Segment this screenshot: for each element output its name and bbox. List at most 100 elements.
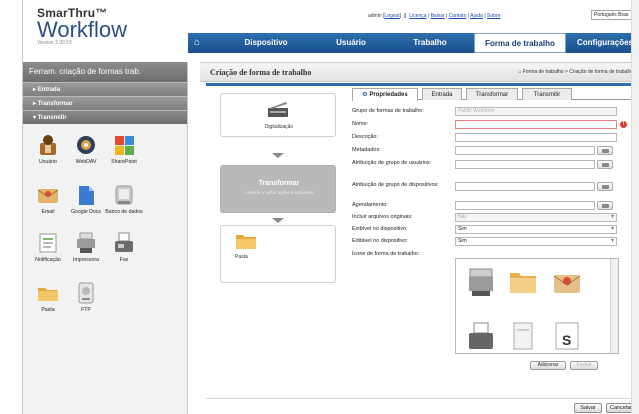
device-group-input[interactable]: [455, 182, 595, 191]
flow-transform-title: Transformar: [258, 180, 300, 187]
tool-fax-label: Fax: [119, 257, 129, 263]
sidebar-title: Ferram. criação de formas trab.: [23, 62, 187, 82]
svg-text:S: S: [562, 332, 571, 348]
main-panel: Criação de forma de trabalho ⌂ Forma de …: [200, 62, 638, 414]
top-links: admin [Logout] || Licença | Baixar | Con…: [368, 13, 501, 19]
tool-fax[interactable]: Fax: [105, 232, 143, 274]
schedule-input[interactable]: [455, 201, 595, 210]
fax-icon: [113, 232, 135, 254]
properties-panel: ⚙ Propriedades Entrada Transformar Trans…: [352, 88, 632, 378]
tool-notificacao[interactable]: Notificação: [29, 232, 67, 274]
tool-sidebar: Ferram. criação de formas trab. ▸ Entrad…: [23, 62, 188, 414]
remove-icon-button[interactable]: Excluir: [570, 361, 598, 370]
ftp-icon: [75, 282, 97, 304]
scanner-icon: [267, 100, 289, 122]
schedule-label: Agendamento:: [352, 202, 388, 208]
metadata-input[interactable]: [455, 146, 595, 155]
tool-google-docs-label: Google Docs: [71, 209, 101, 215]
icon-picker-scrollbar[interactable]: [610, 259, 618, 353]
email-icon: [37, 184, 59, 206]
metadata-label: Metadados:: [352, 147, 381, 153]
section-transmitir[interactable]: ▾ Transmitir: [23, 110, 187, 124]
logout-link[interactable]: Logout: [384, 13, 399, 19]
tab-entrada[interactable]: Entrada: [422, 88, 462, 100]
save-button[interactable]: Salvar: [574, 403, 602, 413]
main-nav: ⌂ Dispositivo Usuário Trabalho Forma de …: [188, 33, 639, 53]
nav-usuario[interactable]: Usuário: [316, 33, 386, 53]
fax-icon[interactable]: [466, 321, 496, 351]
nav-configuracoes[interactable]: Configurações: [572, 33, 638, 53]
document-icon[interactable]: [508, 321, 538, 351]
workform-flow: Digitalização Transformar Arrastar e sol…: [220, 93, 336, 373]
sharepoint-doc-icon[interactable]: S: [552, 321, 582, 351]
contact-link[interactable]: Contato: [449, 13, 467, 19]
main-header: Criação de forma de trabalho ⌂ Forma de …: [200, 62, 638, 82]
browse-icon: [602, 149, 609, 153]
description-input[interactable]: [455, 133, 617, 142]
editable-select[interactable]: Sim: [455, 237, 617, 246]
sharepoint-icon: [113, 134, 135, 156]
tab-propriedades[interactable]: ⚙ Propriedades: [352, 88, 418, 101]
tool-webdav[interactable]: WebDAV: [67, 134, 105, 176]
folder-icon[interactable]: [508, 267, 538, 297]
folder-icon: [235, 232, 257, 252]
error-icon: !: [620, 121, 627, 128]
tool-usuario[interactable]: Usuário: [29, 134, 67, 176]
include-originals-select[interactable]: Não: [455, 213, 617, 222]
webdav-globe-icon: [75, 134, 97, 156]
flow-output-box[interactable]: Pasta: [220, 225, 336, 283]
section-entrada[interactable]: ▸ Entrada: [23, 82, 187, 96]
tool-banco-de-dados[interactable]: Banco de dados: [105, 184, 143, 226]
language-value: Português Bras: [594, 12, 629, 18]
google-docs-icon: [75, 184, 97, 206]
copier-icon[interactable]: [466, 267, 496, 297]
tool-google-docs[interactable]: Google Docs: [67, 184, 105, 226]
license-link[interactable]: Licença: [409, 13, 426, 19]
editable-label: Editável no dispositivo:: [352, 238, 408, 244]
flow-transform-box[interactable]: Transformar Arrastar e soltar ações à es…: [220, 165, 336, 213]
tool-ftp[interactable]: FTP: [67, 282, 105, 324]
separator: ||: [403, 13, 407, 19]
name-input[interactable]: [455, 120, 617, 129]
download-link[interactable]: Baixar: [431, 13, 445, 19]
tab-transformar[interactable]: Transformar: [466, 88, 518, 100]
browse-icon: [602, 204, 609, 208]
flow-input-box[interactable]: Digitalização: [220, 93, 336, 137]
tool-notificacao-label: Notificação: [35, 257, 61, 263]
home-icon[interactable]: ⌂: [194, 37, 206, 49]
visible-select[interactable]: Sim: [455, 225, 617, 234]
about-link[interactable]: Sobre: [487, 13, 500, 19]
breadcrumb-text: Forma de trabalho > Criação de forma de …: [522, 69, 634, 75]
metadata-browse-button[interactable]: [597, 146, 613, 155]
arrow-down-icon: [272, 218, 284, 223]
gear-icon: ⚙: [362, 92, 368, 98]
flow-input-label: Digitalização: [264, 124, 294, 130]
visible-label: Exibível no dispositivo:: [352, 226, 408, 232]
add-icon-button[interactable]: Adicionar: [530, 361, 566, 370]
device-group-browse-button[interactable]: [597, 182, 613, 191]
tool-impressora-label: Impressora: [73, 257, 99, 263]
flow-output-label: Pasta: [235, 254, 248, 260]
section-transmitir-label: Transmitir: [37, 115, 67, 121]
nav-forma-de-trabalho[interactable]: Forma de trabalho: [474, 33, 566, 53]
schedule-browse-button[interactable]: [597, 201, 613, 210]
header-accent-bar: [206, 83, 638, 86]
section-transformar[interactable]: ▸ Transformar: [23, 96, 187, 110]
section-entrada-label: Entrada: [37, 87, 61, 93]
nav-trabalho[interactable]: Trabalho: [392, 33, 468, 53]
email-icon[interactable]: [552, 267, 582, 297]
tool-sharepoint[interactable]: SharePoint: [105, 134, 143, 176]
page-title: Criação de forma de trabalho: [210, 68, 312, 77]
tab-transmitir[interactable]: Transmitir: [522, 88, 572, 100]
tool-impressora[interactable]: Impressora: [67, 232, 105, 274]
user-group-input[interactable]: [455, 160, 595, 169]
include-originals-label: Incluir arquivos originais:: [352, 214, 413, 220]
window-scrollbar[interactable]: [631, 0, 639, 414]
tool-email[interactable]: Email: [29, 184, 67, 226]
database-icon: [113, 184, 135, 206]
help-link[interactable]: Ajuda: [470, 13, 483, 19]
tool-pasta[interactable]: Pasta: [29, 282, 67, 324]
user-group-browse-button[interactable]: [597, 160, 613, 169]
user-folder-icon: [37, 134, 59, 156]
nav-dispositivo[interactable]: Dispositivo: [226, 33, 306, 53]
